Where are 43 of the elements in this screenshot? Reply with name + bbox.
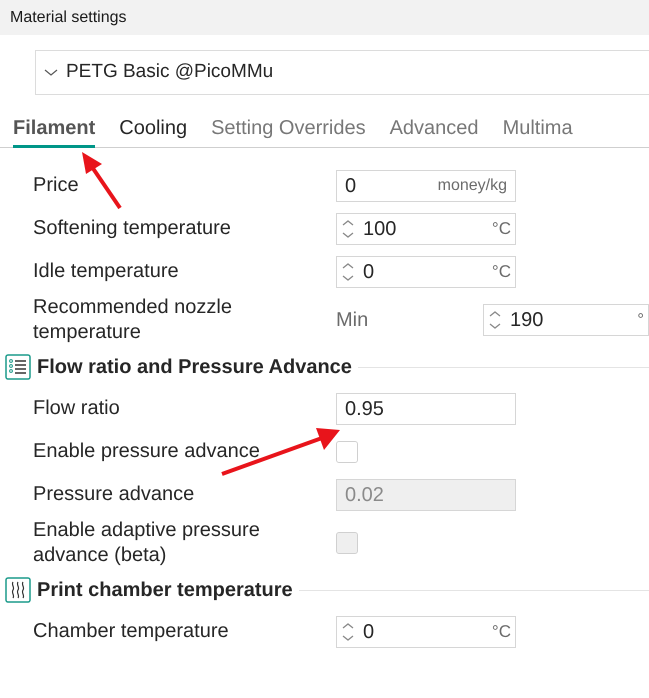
window-title: Material settings — [10, 8, 126, 28]
setting-label: Chamber temperature — [33, 619, 230, 644]
unit-label: °C — [492, 218, 511, 240]
setting-label: Enable pressure advance — [33, 439, 261, 464]
unit-label: °C — [492, 620, 511, 643]
tab[interactable]: Cooling — [119, 115, 188, 148]
field-value: 0 — [363, 620, 376, 644]
field-value: 190 — [510, 308, 544, 333]
checkbox[interactable] — [336, 440, 358, 462]
input-field[interactable]: 0.95 — [336, 392, 516, 424]
field-value: 0.02 — [345, 482, 385, 508]
setting-label: Idle temperature — [33, 259, 180, 284]
stepper-icon[interactable] — [341, 620, 355, 642]
setting-label: Pressure advance — [33, 482, 196, 507]
setting-label: Recommended nozzle temperature — [33, 295, 233, 345]
heat-waves-icon — [5, 577, 31, 603]
field-value: 0 — [363, 260, 376, 284]
spin-field[interactable]: 190 ° — [483, 304, 649, 336]
setting-label: Softening temperature — [33, 216, 232, 241]
unit-label: °C — [492, 260, 511, 283]
dropdown-value: PETG Basic @PicoMMu — [66, 60, 274, 84]
chevron-down-icon — [44, 68, 58, 76]
spin-field[interactable]: 100 °C — [336, 212, 516, 244]
field-value: 0 — [345, 174, 358, 198]
unit-label: money/kg — [438, 176, 507, 196]
field-value: 0.95 — [345, 396, 385, 422]
stepper-icon[interactable] — [341, 260, 355, 282]
section-title: Flow ratio and Pressure Advance — [37, 355, 352, 380]
stepper-icon[interactable] — [488, 309, 502, 331]
setting-label: Enable adaptive pressure advance (beta) — [33, 518, 261, 568]
list-icon — [5, 354, 31, 380]
field-value: 100 — [363, 216, 398, 242]
input-field[interactable]: 0 money/kg — [336, 170, 516, 202]
preset-dropdown[interactable]: PETG Basic @PicoMMu — [35, 50, 649, 95]
section-title: Print chamber temperature — [37, 578, 293, 603]
setting-label: Price — [33, 173, 80, 198]
spin-field[interactable]: 0 °C — [336, 616, 516, 648]
min-label: Min — [336, 308, 370, 333]
unit-label: ° — [637, 309, 644, 332]
spin-field[interactable]: 0 °C — [336, 256, 516, 288]
stepper-icon[interactable] — [341, 218, 355, 240]
setting-label: Flow ratio — [33, 396, 121, 421]
tab[interactable]: Filament — [13, 115, 96, 148]
